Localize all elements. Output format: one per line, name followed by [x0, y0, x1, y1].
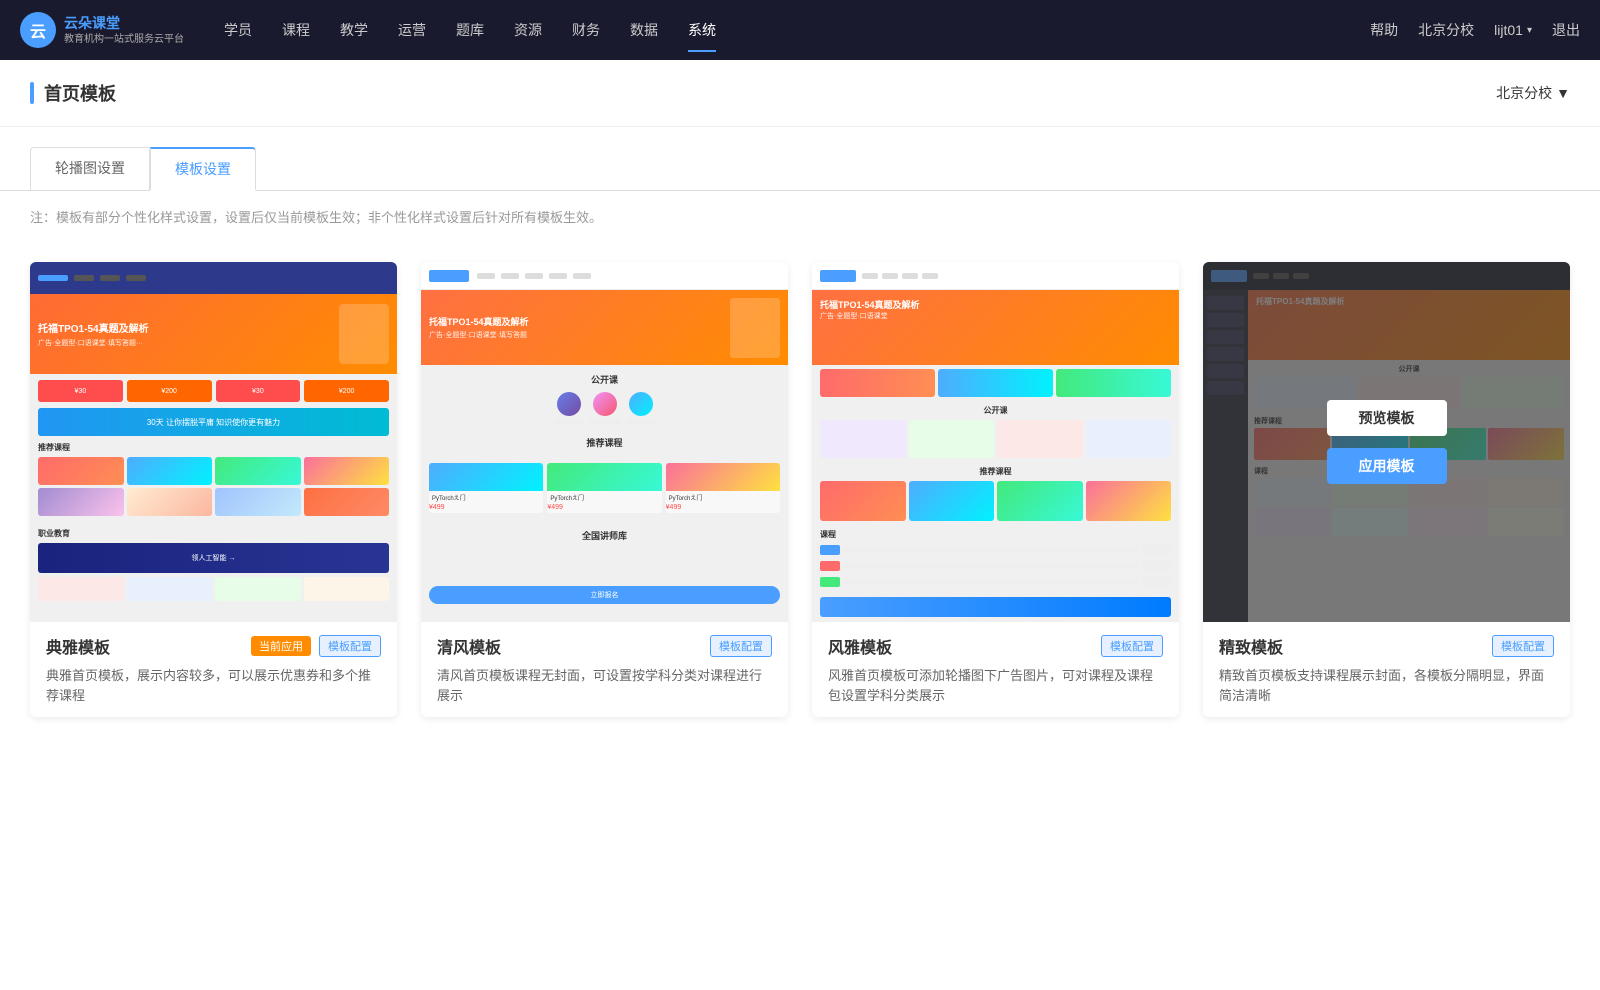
template-footer-2: 清风模板 模板配置 清风首页模板课程无封面，可设置按学科分类对课程进行展示	[421, 622, 788, 717]
nav-item-data[interactable]: 数据	[630, 14, 658, 46]
nav-item-system[interactable]: 系统	[688, 14, 716, 46]
branch-name: 北京分校	[1496, 83, 1552, 103]
note-text: 注：模板有部分个性化样式设置，设置后仅当前模板生效；非个性化样式设置后针对所有模…	[0, 191, 1600, 242]
templates-grid: 托福TPO1-54真题及解析 广告·全题型·口语课堂·填写答题··· ¥30 ¥…	[0, 242, 1600, 757]
page-header: 首页模板 北京分校 ▼	[0, 60, 1600, 127]
logo-icon: 云	[20, 12, 56, 48]
preview-template-button[interactable]: 预览模板	[1327, 400, 1447, 436]
tab-carousel[interactable]: 轮播图设置	[30, 147, 150, 190]
template-name-4: 精致模板	[1219, 634, 1283, 658]
branch-selector[interactable]: 北京分校 ▼	[1496, 83, 1570, 103]
user-menu[interactable]: lijt01 ▾	[1494, 22, 1532, 38]
template-hover-overlay: 预览模板 应用模板	[1203, 262, 1570, 622]
branch-arrow-icon: ▼	[1556, 85, 1570, 101]
nav-item-resources[interactable]: 资源	[514, 14, 542, 46]
nav-menu: 学员 课程 教学 运营 题库 资源 财务 数据 系统	[224, 14, 1370, 46]
nav-item-students[interactable]: 学员	[224, 14, 252, 46]
template-footer-4: 精致模板 模板配置 精致首页模板支持课程展示封面，各模板分隔明显，界面简洁清晰	[1203, 622, 1570, 717]
nav-item-teaching[interactable]: 教学	[340, 14, 368, 46]
template-card-2[interactable]: 托福TPO1-54真题及解析 广告·全题型·口语课堂·填写答题 公开课	[421, 262, 788, 717]
template-footer-3: 风雅模板 模板配置 风雅首页模板可添加轮播图下广告图片，可对课程及课程包设置学科…	[812, 622, 1179, 717]
nav-item-operations[interactable]: 运营	[398, 14, 426, 46]
template-card-3[interactable]: 托福TPO1-54真题及解析 广告·全题型·口语课堂 公开课	[812, 262, 1179, 717]
logo-text: 云朵课堂 教育机构一站式服务云平台	[64, 14, 184, 45]
template-desc-1: 典雅首页模板，展示内容较多，可以展示优惠券和多个推荐课程	[46, 666, 381, 705]
apply-template-button[interactable]: 应用模板	[1327, 448, 1447, 484]
template-name-2: 清风模板	[437, 634, 501, 658]
template-badges-1: 当前应用 模板配置	[251, 635, 381, 657]
badge-config-4[interactable]: 模板配置	[1492, 635, 1554, 657]
template-desc-4: 精致首页模板支持课程展示封面，各模板分隔明显，界面简洁清晰	[1219, 666, 1554, 705]
navbar: 云 云朵课堂 教育机构一站式服务云平台 学员 课程 教学 运营 题库 资源 财务…	[0, 0, 1600, 60]
template-card-4[interactable]: 预览模板 应用模板	[1203, 262, 1570, 717]
template-preview-2: 托福TPO1-54真题及解析 广告·全题型·口语课堂·填写答题 公开课	[421, 262, 788, 622]
page-title-wrap: 首页模板	[30, 80, 116, 106]
help-link[interactable]: 帮助	[1370, 20, 1398, 40]
template-preview-4: 预览模板 应用模板	[1203, 262, 1570, 622]
template-preview-1: 托福TPO1-54真题及解析 广告·全题型·口语课堂·填写答题··· ¥30 ¥…	[30, 262, 397, 622]
template-badges-4: 模板配置	[1492, 635, 1554, 657]
nav-item-questions[interactable]: 题库	[456, 14, 484, 46]
template-card-1[interactable]: 托福TPO1-54真题及解析 广告·全题型·口语课堂·填写答题··· ¥30 ¥…	[30, 262, 397, 717]
template-preview-3: 托福TPO1-54真题及解析 广告·全题型·口语课堂 公开课	[812, 262, 1179, 622]
nav-item-finance[interactable]: 财务	[572, 14, 600, 46]
template-badges-2: 模板配置	[710, 635, 772, 657]
tabs-container: 轮播图设置 模板设置	[0, 127, 1600, 191]
badge-config-3[interactable]: 模板配置	[1101, 635, 1163, 657]
tab-template[interactable]: 模板设置	[150, 147, 256, 191]
template-footer-1: 典雅模板 当前应用 模板配置 典雅首页模板，展示内容较多，可以展示优惠券和多个推…	[30, 622, 397, 717]
page-container: 首页模板 北京分校 ▼ 轮播图设置 模板设置 注：模板有部分个性化样式设置，设置…	[0, 60, 1600, 990]
template-badges-3: 模板配置	[1101, 635, 1163, 657]
logo: 云 云朵课堂 教育机构一站式服务云平台	[20, 12, 184, 48]
template-desc-2: 清风首页模板课程无封面，可设置按学科分类对课程进行展示	[437, 666, 772, 705]
page-title-bar	[30, 82, 34, 104]
badge-config-1[interactable]: 模板配置	[319, 635, 381, 657]
logout-link[interactable]: 退出	[1552, 20, 1580, 40]
badge-current-1: 当前应用	[251, 636, 311, 656]
template-desc-3: 风雅首页模板可添加轮播图下广告图片，可对课程及课程包设置学科分类展示	[828, 666, 1163, 705]
template-name-3: 风雅模板	[828, 634, 892, 658]
branch-link[interactable]: 北京分校	[1418, 20, 1474, 40]
badge-config-2[interactable]: 模板配置	[710, 635, 772, 657]
tabs: 轮播图设置 模板设置	[30, 147, 1570, 190]
template-name-1: 典雅模板	[46, 634, 110, 658]
nav-right: 帮助 北京分校 lijt01 ▾ 退出	[1370, 20, 1580, 40]
page-title: 首页模板	[44, 80, 116, 106]
nav-item-course[interactable]: 课程	[282, 14, 310, 46]
user-dropdown-icon: ▾	[1527, 25, 1532, 36]
